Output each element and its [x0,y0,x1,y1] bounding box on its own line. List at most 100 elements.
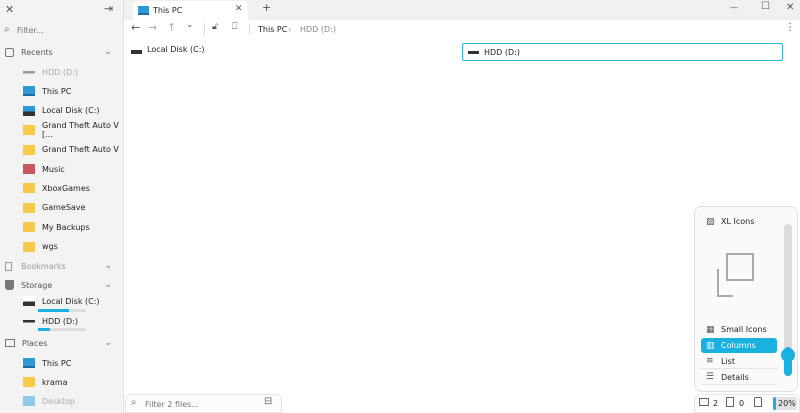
folder-icon [23,202,35,213]
file-item-label: Local Disk (C:) [147,45,205,54]
menu-label: List [721,356,735,366]
music-folder-icon [23,164,35,174]
maximize-button[interactable]: ☐ [761,1,770,12]
details-icon: ☰ [706,372,715,382]
recent-item-label: This PC [42,86,72,96]
breadcrumb-item[interactable]: This PC [258,25,287,34]
view-xl-icons[interactable]: ▨ XL Icons [701,214,777,229]
menu-label: Details [721,372,749,382]
view-size-slider[interactable] [781,224,795,376]
more-options-icon[interactable]: ⋮ [785,22,795,33]
places-section-header[interactable]: Places ⌄ [0,334,124,352]
menu-label: Small Icons [721,325,767,334]
recent-item[interactable]: XboxGames [0,179,124,197]
clock-icon [5,47,14,57]
usage-bar-d [38,328,86,331]
view-mode-menu: ▨ XL Icons ▦ Small Icons ▥ Columns ≡ List ☰ D… [694,206,798,392]
search-icon: ⌕ [131,397,137,408]
file-item[interactable]: Local Disk (C:) [131,45,205,54]
bookmarks-section-header[interactable]: Bookmarks ⌄ [0,257,124,275]
menu-label: Columns [721,341,756,350]
recents-section-header[interactable]: Recents ⌄ [0,43,124,61]
recent-item[interactable]: Grand Theft Auto V [... [0,121,124,139]
toolbar: ← → ↑ ⌄ 🔓︎ ⎕ This PC › HDD (D:) ⋮ [124,20,800,39]
image-icon: ▨ [706,216,715,227]
bookmark-button[interactable]: ⎕ [232,22,237,32]
lock-icon[interactable]: 🔓︎ [212,22,218,32]
divider [204,23,205,35]
file-item-selected[interactable]: HDD (D:) [462,43,783,61]
place-item[interactable]: krama [0,373,124,391]
divider [249,23,250,35]
folder-outline-icon [5,339,15,347]
folder-count-icon [699,398,709,406]
tab-this-pc[interactable]: This PC ✕ [133,1,248,20]
usage-bar-c [38,309,86,312]
folder-icon [23,183,35,194]
recent-item-label: Grand Theft Auto V [42,145,119,155]
storage-section-header[interactable]: Storage ⌄ [0,276,124,294]
bookmark-icon [5,261,12,271]
recent-item-label: XboxGames [42,183,90,193]
view-details[interactable]: ☰ Details [701,370,777,385]
folder-icon [23,377,35,387]
folder-icon [23,125,35,136]
tab-title: This PC [153,6,183,15]
menu-label: XL Icons [721,217,755,226]
places-label: Places [22,338,48,348]
forward-button[interactable]: → [148,21,157,34]
place-label: This PC [42,358,72,368]
tree-filter-icon[interactable]: ⊟ [264,396,272,407]
storage-item-c[interactable]: Local Disk (C:) [0,294,124,308]
recent-item[interactable]: wgs [0,238,124,256]
recent-item[interactable]: Grand Theft Auto V [0,141,124,159]
up-button[interactable]: ↑ [167,21,176,34]
grid-icon: ▦ [706,324,715,335]
recent-item[interactable]: This PC [0,82,124,100]
storage-label: Storage [21,280,53,290]
storage-item-label: Local Disk (C:) [42,296,100,306]
recent-item[interactable]: Music [0,160,124,178]
recent-item[interactable]: Local Disk (C:) [0,102,124,120]
hdd-icon [468,50,479,54]
recent-item[interactable]: GameSave [0,199,124,217]
filter-bar: ⌕ ⊟ [125,394,282,413]
view-columns[interactable]: ▥ Columns [701,338,777,353]
file-count-icon [726,397,734,407]
recent-item[interactable]: My Backups [0,218,124,236]
pc-icon [23,86,35,97]
storage-item-d[interactable]: HDD (D:) [0,314,124,328]
collapse-sidebar-icon[interactable]: ⇥ [104,2,113,15]
disk-icon [23,105,35,116]
place-item[interactable]: This PC [0,354,124,372]
recent-item[interactable]: HDD (D:) [0,63,124,81]
recent-item-label: GameSave [42,203,86,213]
preview-square-icon [717,269,733,297]
view-small-icons[interactable]: ▦ Small Icons [701,322,777,337]
slider-thumb[interactable] [781,348,795,362]
zoom-level[interactable]: 20% [773,397,797,410]
close-tab-icon[interactable]: ✕ [235,4,243,14]
filter-files-input[interactable] [145,398,255,410]
close-window-button[interactable]: ✕ [786,2,794,13]
recent-item-label: Music [42,164,65,174]
history-dropdown[interactable]: ⌄ [186,20,194,30]
view-list[interactable]: ≡ List [701,354,777,369]
chevron-down-icon: ⌄ [104,338,112,348]
breadcrumb-item[interactable]: HDD (D:) [300,25,336,34]
zoom-label: 20% [778,399,796,408]
back-button[interactable]: ← [131,21,140,34]
status-bar: 2 0 20% [694,394,800,413]
zoom-fill [773,397,776,410]
recents-label: Recents [21,47,53,57]
search-icon: ⌕ [4,24,10,35]
sidebar-filter-input[interactable] [17,24,117,37]
folder-count: 2 [713,399,719,408]
hdd-icon [23,316,35,326]
recent-item-label: wgs [42,242,58,252]
minimize-button[interactable]: — [730,3,738,12]
place-item[interactable]: Desktop [0,392,124,410]
new-tab-button[interactable]: + [262,1,271,14]
recent-item-label: My Backups [42,222,90,232]
disk-icon [23,296,35,306]
